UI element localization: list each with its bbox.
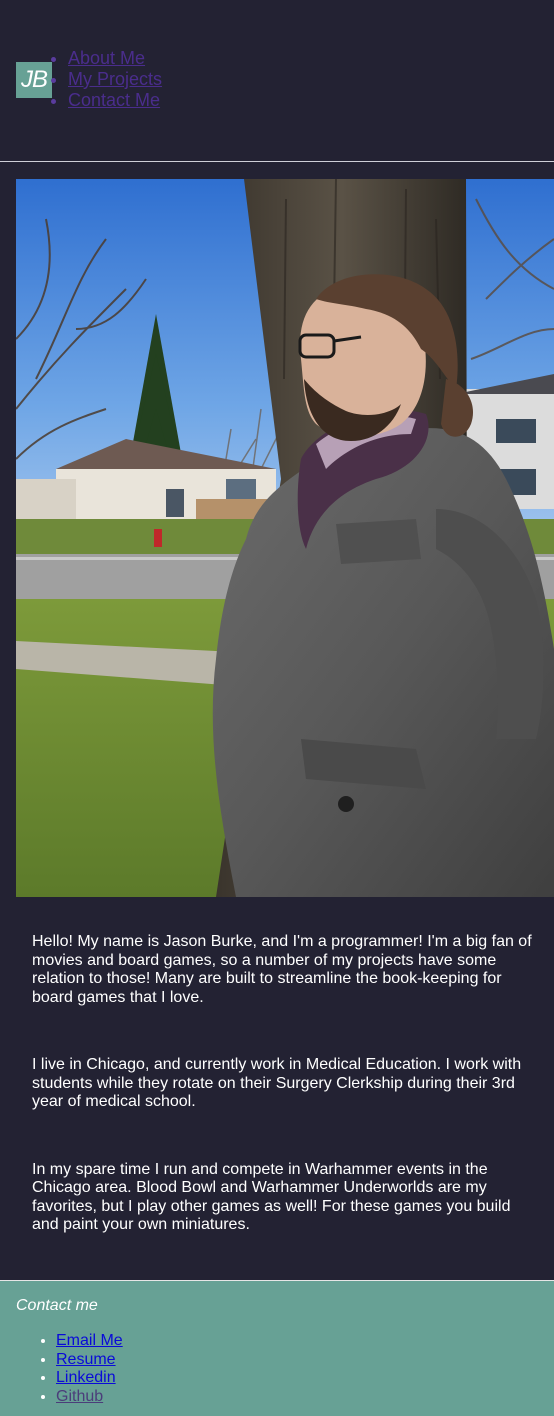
contact-item-email: Email Me [56,1332,123,1351]
portrait-photo [16,179,554,897]
nav-link-about-me[interactable]: About Me [68,48,145,68]
footer-title: Contact me [16,1297,98,1314]
nav-item-about: About Me [68,48,162,69]
header-divider [0,161,554,162]
about-paragraph-intro: Hello! My name is Jason Burke, and I'm a… [32,933,532,1006]
about-paragraph-hobbies: In my spare time I run and compete in Wa… [32,1160,511,1234]
site-header: JB About Me My Projects Contact Me [0,0,554,161]
contact-item-linkedin: Linkedin [56,1369,123,1388]
linkedin-link[interactable]: Linkedin [56,1369,116,1386]
contact-item-resume: Resume [56,1351,123,1370]
contact-item-github: Github [56,1388,123,1407]
site-footer: Contact me Email Me Resume Linkedin Gith… [0,1280,554,1416]
about-paragraph-work: I live in Chicago, and currently work in… [32,1056,522,1110]
nav-item-projects: My Projects [68,69,162,90]
nav-item-contact: Contact Me [68,90,162,111]
resume-link[interactable]: Resume [56,1351,116,1368]
github-link[interactable]: Github [56,1388,103,1405]
nav-link-my-projects[interactable]: My Projects [68,69,162,89]
main-nav: About Me My Projects Contact Me [28,48,162,111]
about-section: Hello! My name is Jason Burke, and I'm a… [32,933,538,1284]
email-link[interactable]: Email Me [56,1332,123,1349]
nav-link-contact-me[interactable]: Contact Me [68,90,160,110]
contact-links: Email Me Resume Linkedin Github [16,1332,123,1406]
